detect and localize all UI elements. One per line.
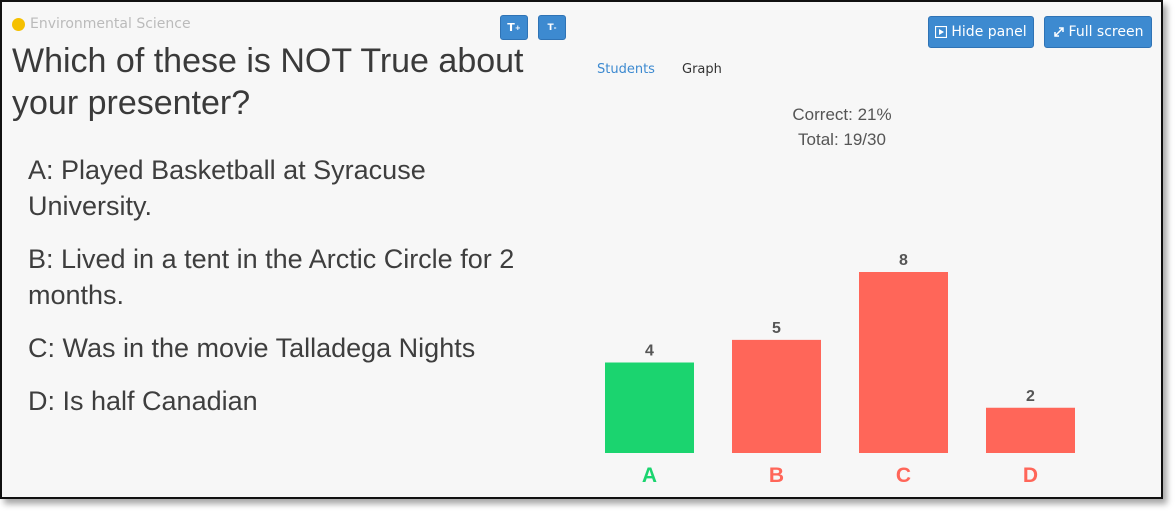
- bar-value-label-c: 8: [899, 252, 908, 269]
- bar-value-label-d: 2: [1026, 388, 1035, 405]
- category-label-c: C: [896, 464, 911, 487]
- results-bar-chart: 4 A 5 B 8 C 2 D: [605, 252, 1075, 487]
- bar-b: [732, 339, 821, 453]
- bar-a: [605, 362, 694, 453]
- bar-value-label-b: 5: [772, 320, 781, 337]
- category-label-a: A: [642, 464, 657, 487]
- category-label-d: D: [1023, 464, 1038, 487]
- bar-c: [859, 272, 948, 453]
- bar-value-label-a: 4: [645, 343, 654, 360]
- presentation-frame: Environmental Science T + T- Which of the…: [0, 0, 1163, 499]
- category-label-b: B: [769, 464, 784, 487]
- bar-d: [986, 407, 1075, 453]
